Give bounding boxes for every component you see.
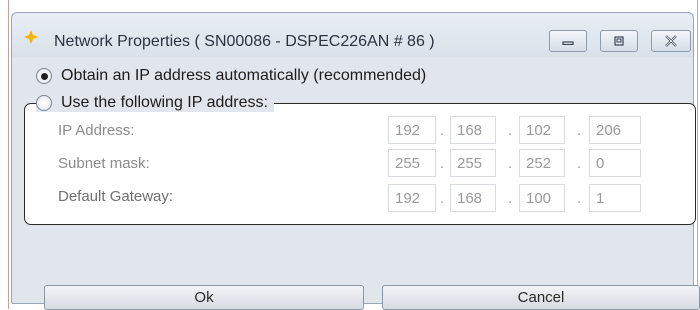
- title-bar[interactable]: Network Properties ( SN00086 - DSPEC226A…: [12, 13, 693, 57]
- left-edge-line: [8, 0, 9, 309]
- manual-ip-label: Use the following IP address:: [61, 94, 268, 111]
- gateway-octet-2[interactable]: 168: [450, 184, 496, 212]
- ip-octet-1[interactable]: 192: [388, 116, 436, 144]
- maximize-icon: [614, 36, 624, 46]
- gateway-octet-1[interactable]: 192: [388, 184, 436, 212]
- gateway-octet-3[interactable]: 100: [519, 184, 565, 212]
- option-manual-row[interactable]: Use the following IP address:: [36, 94, 274, 112]
- static-ip-group: IP Address: 192 . 168 . 102 . 206 Subnet…: [24, 103, 696, 225]
- subnet-octet-1[interactable]: 255: [388, 149, 436, 177]
- maximize-button[interactable]: [600, 30, 638, 52]
- gateway-label: Default Gateway:: [58, 188, 174, 205]
- network-properties-dialog: Network Properties ( SN00086 - DSPEC226A…: [11, 12, 700, 310]
- right-edge-line: [697, 0, 698, 309]
- subnet-mask-label: Subnet mask:: [58, 155, 150, 172]
- cancel-button[interactable]: Cancel: [382, 285, 700, 310]
- auto-ip-label: Obtain an IP address automatically (reco…: [61, 67, 427, 84]
- close-button[interactable]: [651, 30, 691, 52]
- ok-button[interactable]: Ok: [44, 285, 364, 310]
- window-title: Network Properties ( SN00086 - DSPEC226A…: [54, 33, 435, 50]
- auto-ip-radio[interactable]: [36, 68, 52, 84]
- gateway-octet-4[interactable]: 1: [589, 184, 641, 212]
- ip-octet-3[interactable]: 102: [519, 116, 565, 144]
- ip-octet-2[interactable]: 168: [450, 116, 496, 144]
- ip-address-label: IP Address:: [58, 122, 135, 139]
- subnet-octet-3[interactable]: 252: [519, 149, 565, 177]
- option-auto-row[interactable]: Obtain an IP address automatically (reco…: [36, 67, 426, 85]
- app-icon: [24, 30, 38, 44]
- subnet-octet-4[interactable]: 0: [589, 149, 641, 177]
- close-icon: [665, 35, 677, 47]
- manual-ip-radio[interactable]: [36, 95, 52, 111]
- minimize-button[interactable]: [549, 30, 587, 52]
- minimize-icon: [562, 41, 574, 45]
- ip-octet-4[interactable]: 206: [589, 116, 641, 144]
- subnet-octet-2[interactable]: 255: [450, 149, 496, 177]
